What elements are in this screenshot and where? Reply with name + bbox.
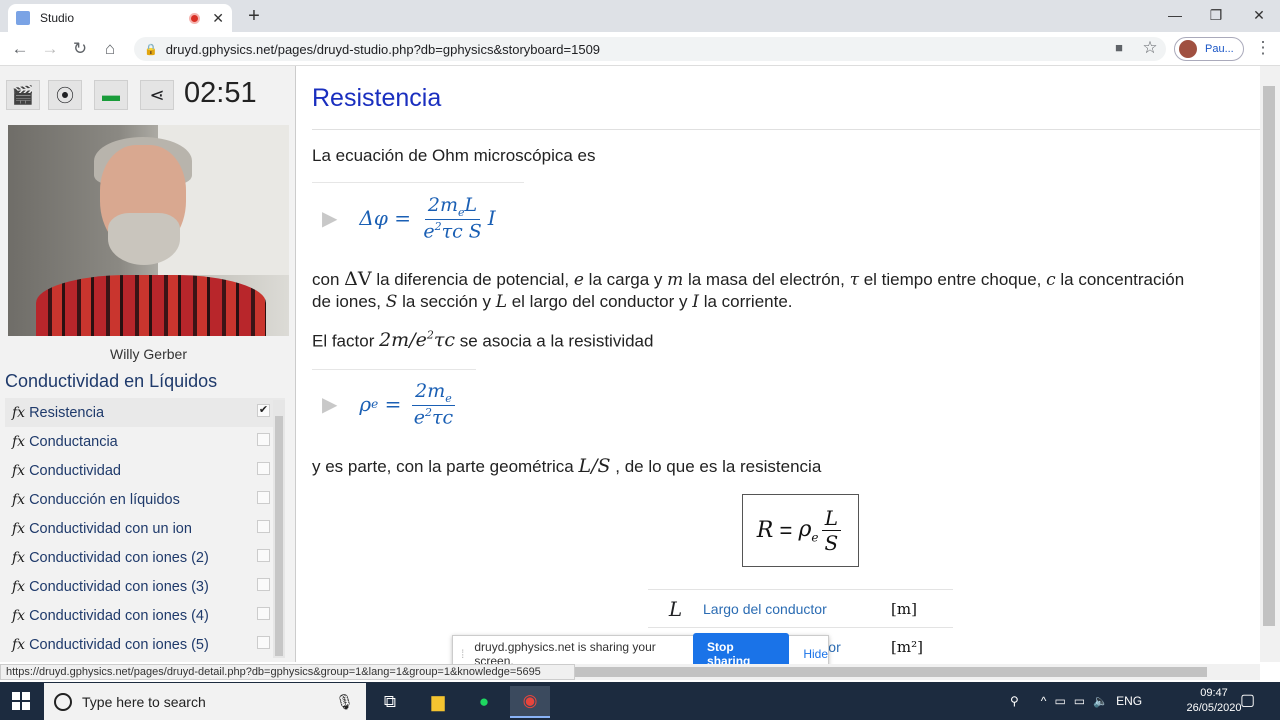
clapperboard-icon[interactable]: 🎬 bbox=[6, 80, 40, 110]
menu-dots-icon[interactable]: ⋮ bbox=[1252, 37, 1274, 59]
volume-icon[interactable]: 🔈 bbox=[1093, 694, 1108, 708]
toc-scrollbar[interactable] bbox=[273, 400, 285, 658]
profile-button[interactable]: Pau... bbox=[1174, 37, 1244, 61]
play-icon[interactable]: ▶ bbox=[322, 206, 337, 231]
address-bar[interactable]: 🔒 druyd.gphysics.net/pages/druyd-studio.… bbox=[134, 37, 1166, 61]
lock-icon: 🔒 bbox=[144, 43, 158, 56]
presenter-video bbox=[8, 125, 289, 336]
timer: 02:51 bbox=[184, 77, 257, 109]
tab-title: Studio bbox=[40, 11, 75, 25]
home-icon[interactable]: ⌂ bbox=[99, 38, 121, 60]
camera-icon[interactable]: ■ bbox=[1108, 37, 1130, 59]
function-icon: fx bbox=[12, 404, 26, 421]
hide-button[interactable]: Hide bbox=[803, 647, 828, 661]
chevron-up-icon[interactable]: ^ bbox=[1041, 694, 1047, 708]
resistance-formula: R = ρe L S bbox=[742, 494, 859, 567]
notification-icon[interactable]: ▢ bbox=[1240, 690, 1255, 710]
toc-item[interactable]: fx Conductividad con iones (3) bbox=[5, 572, 285, 601]
microphone-icon[interactable]: 🎙 bbox=[335, 693, 354, 711]
share-icon[interactable]: ⋖ bbox=[140, 80, 174, 110]
toc-item[interactable]: fx Conductividad bbox=[5, 456, 285, 485]
minimize-icon[interactable]: — bbox=[1160, 4, 1190, 26]
toc-item[interactable]: fx Conductividad con iones (2) bbox=[5, 543, 285, 572]
toc-checkbox[interactable] bbox=[257, 636, 270, 649]
search-placeholder: Type here to search bbox=[82, 693, 206, 710]
toc-item[interactable]: fx Conductividad con iones (5) bbox=[5, 630, 285, 659]
date: 26/05/2020 bbox=[1186, 702, 1242, 714]
task-view-icon[interactable]: ⧉ bbox=[370, 686, 410, 718]
browser-tab[interactable]: Studio ✕ bbox=[8, 4, 232, 32]
cortana-icon bbox=[54, 692, 72, 711]
variables-paragraph: con ΔV la diferencia de potencial, e la … bbox=[312, 268, 1185, 312]
close-window-icon[interactable]: ✕ bbox=[1244, 4, 1274, 26]
toc-list: fx Resistencia ✔ fx Conductancia fx Conducti… bbox=[5, 398, 285, 660]
function-icon: fx bbox=[12, 520, 26, 537]
chrome-icon[interactable]: ◉ bbox=[510, 686, 550, 718]
power-icon[interactable]: ▭ bbox=[1074, 694, 1085, 708]
close-tab-icon[interactable]: ✕ bbox=[212, 10, 224, 27]
restore-icon[interactable]: ❐ bbox=[1201, 4, 1231, 26]
taskbar-search[interactable]: Type here to search 🎙 bbox=[44, 683, 366, 720]
toc-checkbox[interactable] bbox=[257, 607, 270, 620]
back-arrow-icon[interactable]: ← bbox=[9, 38, 31, 60]
function-icon: fx bbox=[12, 433, 26, 450]
bookmark-star-icon[interactable]: ☆ bbox=[1139, 37, 1161, 59]
table-row[interactable]: L Largo del conductor [m] bbox=[648, 589, 953, 627]
function-icon: fx bbox=[12, 462, 26, 479]
film-reel-icon[interactable]: ⦿ bbox=[48, 80, 82, 110]
ohm-equation: ▶ Δφ = 2meL e2τc SI bbox=[322, 193, 496, 243]
toc-checkbox[interactable] bbox=[257, 578, 270, 591]
title-divider bbox=[312, 129, 1260, 130]
toc-checkbox[interactable] bbox=[257, 520, 270, 533]
language-indicator[interactable]: ENG bbox=[1116, 694, 1142, 708]
intro-text: La ecuación de Ohm microscópica es bbox=[312, 146, 596, 165]
profile-name: Pau... bbox=[1205, 43, 1234, 55]
forward-arrow-icon[interactable]: → bbox=[39, 38, 61, 60]
function-icon: fx bbox=[12, 636, 26, 653]
equation-divider bbox=[312, 369, 476, 370]
function-icon: fx bbox=[12, 578, 26, 595]
people-icon[interactable]: ⚲ bbox=[1010, 694, 1019, 708]
clock[interactable]: 09:47 26/05/2020 bbox=[1182, 686, 1246, 716]
spotify-icon[interactable]: ● bbox=[464, 686, 504, 718]
function-icon: fx bbox=[12, 549, 26, 566]
url-text: druyd.gphysics.net/pages/druyd-studio.ph… bbox=[165, 41, 601, 57]
function-icon: fx bbox=[12, 607, 26, 624]
main-scrollbar[interactable] bbox=[1260, 66, 1280, 662]
course-title: Conductividad en Líquidos bbox=[5, 371, 218, 391]
horizontal-scrollbar[interactable] bbox=[575, 664, 1260, 680]
reload-icon[interactable]: ↻ bbox=[69, 38, 91, 60]
time: 09:47 bbox=[1200, 687, 1228, 699]
toc-item[interactable]: fx Conductividad con iones (4) bbox=[5, 601, 285, 630]
toc-checkbox[interactable] bbox=[257, 491, 270, 504]
equation-divider bbox=[312, 182, 524, 183]
play-icon[interactable]: ▶ bbox=[322, 392, 337, 417]
function-icon: fx bbox=[12, 491, 26, 508]
factor-paragraph: El factor 2m/e2τc se asocia a la resisti… bbox=[312, 329, 654, 352]
drag-handle-icon[interactable]: ⁞ bbox=[461, 647, 464, 661]
file-explorer-icon[interactable]: ▆ bbox=[418, 686, 458, 718]
toc-item[interactable]: fx Resistencia ✔ bbox=[5, 398, 285, 427]
recording-indicator-icon bbox=[189, 12, 201, 24]
network-icon[interactable]: ▭ bbox=[1054, 694, 1065, 708]
studio-favicon-icon bbox=[16, 11, 30, 25]
avatar bbox=[1179, 40, 1197, 58]
page-title: Resistencia bbox=[312, 84, 442, 112]
toc-checkbox[interactable] bbox=[257, 433, 270, 446]
windows-start-icon[interactable] bbox=[12, 692, 30, 710]
toc-checkbox[interactable] bbox=[257, 549, 270, 562]
system-tray: ⚲ ^ ▭ ▭ 🔈 ENG bbox=[1010, 684, 1142, 718]
status-url: https://druyd.gphysics.net/pages/druyd-d… bbox=[0, 664, 575, 680]
toc-item[interactable]: fx Conductancia bbox=[5, 427, 285, 456]
toc-item[interactable]: fx Conducción en líquidos bbox=[5, 485, 285, 514]
toc-item[interactable]: fx Conductividad con un ion bbox=[5, 514, 285, 543]
toc-checkbox[interactable]: ✔ bbox=[257, 404, 270, 417]
resistivity-equation: ▶ ρe = 2me e2τc bbox=[322, 379, 455, 429]
speaker-name: Willy Gerber bbox=[109, 346, 187, 362]
geometry-paragraph: y es parte, con la parte geométrica L/S … bbox=[312, 455, 822, 477]
presentation-board-icon[interactable]: ▬ bbox=[94, 80, 128, 110]
new-tab-button[interactable]: + bbox=[244, 5, 264, 27]
toc-checkbox[interactable] bbox=[257, 462, 270, 475]
